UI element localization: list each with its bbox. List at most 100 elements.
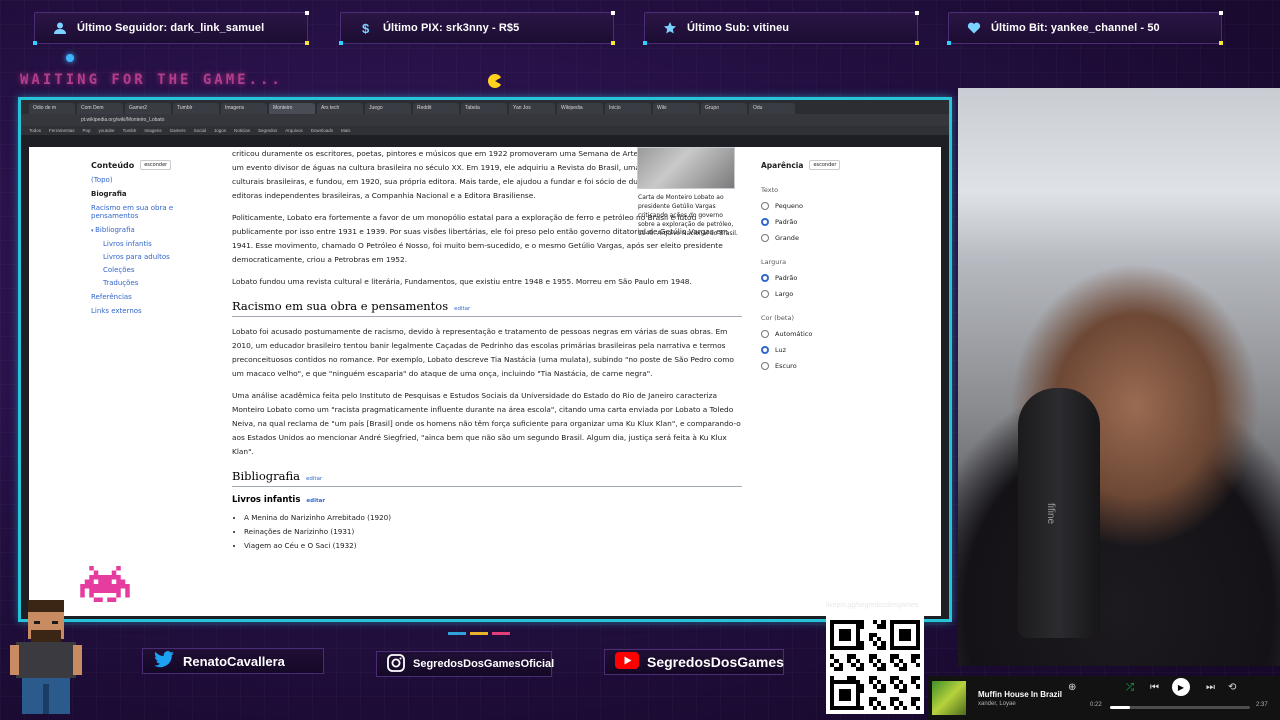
- browser-tab[interactable]: Odu: [749, 103, 795, 114]
- bookmark[interactable]: Segredos: [258, 128, 277, 133]
- heading-text: Bibliografia: [232, 469, 301, 483]
- repeat-icon[interactable]: ⟲: [1228, 682, 1236, 693]
- browser-tab[interactable]: Ars tech: [317, 103, 363, 114]
- browser-tab[interactable]: Inicio: [605, 103, 651, 114]
- toc-hide-button[interactable]: esconder: [140, 160, 172, 170]
- browser-tab[interactable]: Tumblr: [173, 103, 219, 114]
- alert-pix-text: Último PIX: srk3nny - R$5: [383, 22, 520, 34]
- instagram-handle: SegredosDosGamesOficial: [413, 658, 555, 670]
- social-youtube[interactable]: SegredosDosGames: [604, 649, 784, 675]
- wikipedia-page: Conteúdo esconder (Topo) Biografia Racis…: [29, 147, 941, 616]
- browser-tab[interactable]: Wikipedia: [557, 103, 603, 114]
- add-icon[interactable]: ⊕: [1068, 682, 1076, 693]
- edit-link[interactable]: editar: [306, 476, 322, 482]
- radio-label: Padrão: [775, 218, 798, 226]
- qr-module: [915, 705, 920, 710]
- radio-selected-icon: [761, 218, 769, 226]
- radio-selected-icon: [761, 346, 769, 354]
- browser-tab[interactable]: Tabela: [461, 103, 507, 114]
- toc-item-traducoes[interactable]: Traduções: [91, 279, 201, 287]
- qr-code[interactable]: [826, 616, 924, 714]
- bookmark[interactable]: Todos: [29, 128, 41, 133]
- letter-image[interactable]: [637, 147, 735, 189]
- social-instagram[interactable]: SegredosDosGamesOficial: [376, 651, 555, 677]
- browser-tab[interactable]: Imagens: [221, 103, 267, 114]
- radio-icon: [761, 362, 769, 370]
- toc-item-colecoes[interactable]: Coleções: [91, 266, 201, 274]
- twitter-icon: [153, 650, 175, 672]
- bookmark[interactable]: Noticias: [234, 128, 250, 133]
- album-art: [932, 681, 966, 715]
- list-item: Viagem ao Céu e O Saci (1932): [244, 539, 742, 553]
- paragraph: Lobato fundou uma revista cultural e lit…: [232, 277, 692, 286]
- appearance-panel: Aparência esconder Texto Pequeno Padrão …: [761, 160, 881, 370]
- toc-item-racismo[interactable]: Racismo em sua obra e pensamentos: [91, 204, 201, 220]
- browser-tab[interactable]: Yan Jos: [509, 103, 555, 114]
- radio-text-large[interactable]: Grande: [761, 234, 881, 242]
- toc-header: Conteúdo esconder: [91, 160, 201, 170]
- alert-sub-text: Último Sub: vitineu: [687, 22, 790, 34]
- browser-tab[interactable]: Reddit: [413, 103, 459, 114]
- browser-tab[interactable]: Grupo: [701, 103, 747, 114]
- radio-color-dark[interactable]: Escuro: [761, 362, 881, 370]
- radio-text-small[interactable]: Pequeno: [761, 202, 881, 210]
- pixel-avatar: [10, 600, 82, 714]
- paragraph: Uma análise acadêmica feita pelo Institu…: [232, 391, 741, 456]
- toc-item-referencias[interactable]: Referências: [91, 293, 201, 301]
- section-heading-bibliografia: Bibliografia editar: [232, 469, 742, 487]
- progress-bar[interactable]: [1110, 706, 1250, 709]
- bookmark[interactable]: Social: [194, 128, 206, 133]
- radio-color-auto[interactable]: Automático: [761, 330, 881, 338]
- bookmark[interactable]: Tumblr: [123, 128, 137, 133]
- address-bar[interactable]: pt.wikipedia.org/wiki/Monteiro_Lobato: [21, 114, 949, 126]
- radio-selected-icon: [761, 274, 769, 282]
- browser-tab[interactable]: Com Dem: [77, 103, 123, 114]
- browser-tab[interactable]: Juego: [365, 103, 411, 114]
- toc-item-livros-infantis[interactable]: Livros infantis: [91, 240, 201, 248]
- previous-icon[interactable]: ⏮: [1150, 682, 1159, 693]
- mic-brand-label: fifine: [1045, 502, 1057, 525]
- radio-label: Automático: [775, 330, 813, 338]
- track-title: Muffin House In Brazil: [978, 689, 1062, 699]
- browser-tab[interactable]: Odio de m: [29, 103, 75, 114]
- toc-item-livros-adultos[interactable]: Livros para adultos: [91, 253, 201, 261]
- social-twitter[interactable]: RenatoCavallera: [142, 648, 324, 674]
- radio-text-standard[interactable]: Padrão: [761, 218, 881, 226]
- radio-width-wide[interactable]: Largo: [761, 290, 881, 298]
- browser-tab[interactable]: Wiki: [653, 103, 699, 114]
- toc-item-biografia[interactable]: Biografia: [91, 190, 201, 198]
- play-button[interactable]: ▶: [1172, 678, 1190, 696]
- bookmark[interactable]: Arquivos: [285, 128, 303, 133]
- alert-sub: Último Sub: vitineu: [643, 11, 919, 45]
- toc-item-bibliografia[interactable]: ▾ Bibliografia: [91, 226, 201, 235]
- browser-tab-active[interactable]: Monteiro: [269, 103, 315, 114]
- edit-link[interactable]: editar: [454, 306, 470, 312]
- next-icon[interactable]: ⏭: [1206, 682, 1215, 693]
- browser-window: Odio de m Com Dem Gamer2 Tumblr Imagens …: [18, 97, 952, 622]
- paragraph: Lobato foi acusado postumamente de racis…: [232, 327, 734, 378]
- heading-text: Livros infantis: [232, 495, 301, 505]
- bookmark[interactable]: Jogos: [214, 128, 226, 133]
- bookmark[interactable]: Imagens: [144, 128, 161, 133]
- bookmark[interactable]: Pop: [83, 128, 91, 133]
- bookmark[interactable]: Downloads: [311, 128, 333, 133]
- qr-pattern: [830, 620, 920, 710]
- shuffle-icon[interactable]: ⤮: [1126, 682, 1134, 693]
- toc-item-top[interactable]: (Topo): [91, 176, 201, 184]
- dollar-icon: $: [359, 21, 373, 36]
- radio-color-light[interactable]: Luz: [761, 346, 881, 354]
- appearance-hide-button[interactable]: esconder: [809, 160, 841, 170]
- track-artist: xander, Loyae: [978, 700, 1016, 707]
- bookmark[interactable]: youtube: [99, 128, 115, 133]
- toc-item-links-externos[interactable]: Links externos: [91, 307, 201, 315]
- appearance-section-color: Cor (beta): [761, 314, 794, 322]
- instagram-icon: [387, 653, 405, 675]
- bookmark[interactable]: Ferramentas: [49, 128, 75, 133]
- radio-width-standard[interactable]: Padrão: [761, 274, 881, 282]
- progress-fill: [1110, 706, 1130, 709]
- browser-tab[interactable]: Gamer2: [125, 103, 171, 114]
- edit-link[interactable]: editar: [306, 498, 325, 504]
- bookmark[interactable]: Gamers: [170, 128, 186, 133]
- bookmark[interactable]: Mais: [341, 128, 351, 133]
- book-list: A Menina do Narizinho Arrebitado (1920) …: [232, 511, 742, 553]
